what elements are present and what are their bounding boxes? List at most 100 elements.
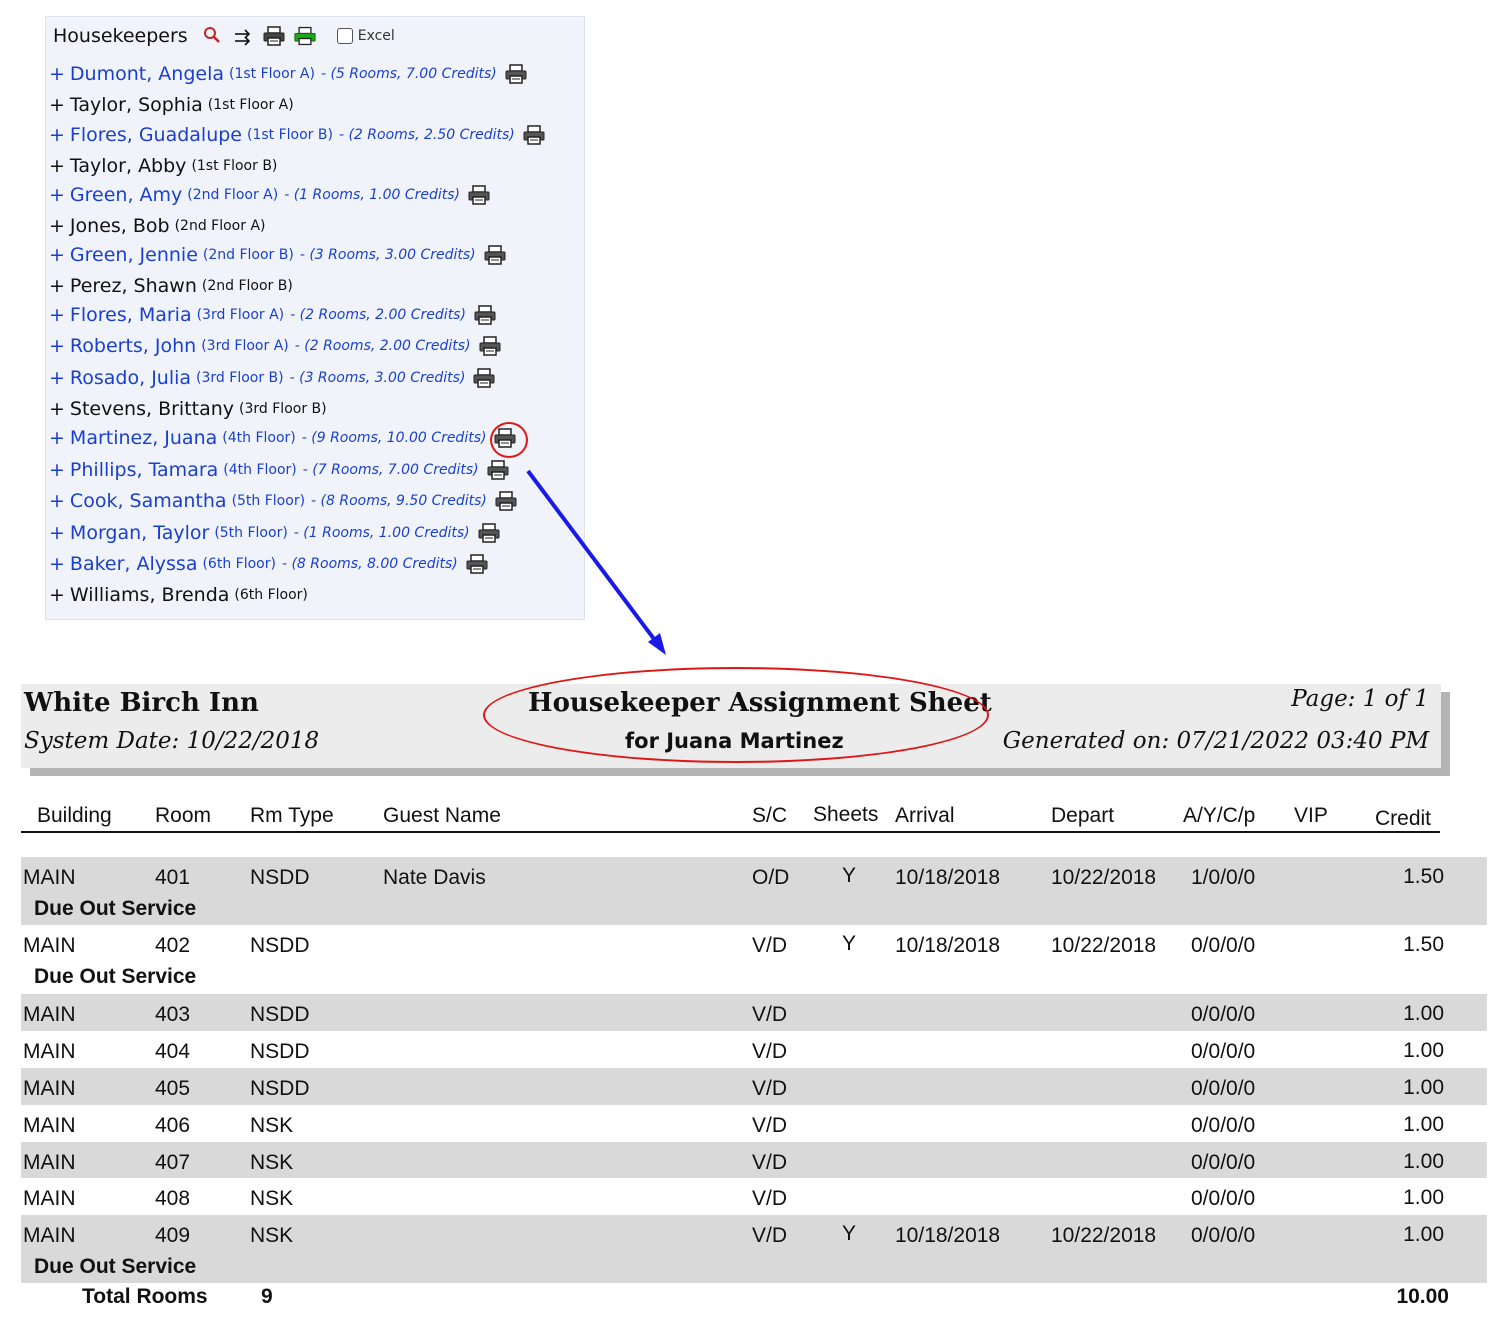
- printer-icon[interactable]: [466, 554, 490, 574]
- housekeeper-row[interactable]: + Williams, Brenda (6th Floor): [49, 584, 308, 606]
- expand-plus[interactable]: +: [49, 63, 65, 85]
- table-row: MAIN 407 NSK V/D 0/0/0/0 1.00: [21, 1142, 1487, 1178]
- housekeeper-row[interactable]: + Phillips, Tamara (4th Floor) - (7 Rooms, …: [49, 459, 511, 481]
- expand-plus[interactable]: +: [49, 398, 65, 420]
- housekeeper-name[interactable]: Green, Amy: [70, 184, 182, 206]
- housekeeper-row[interactable]: + Baker, Alyssa (6th Floor) - (8 Rooms, 8.0…: [49, 553, 490, 575]
- cell-depart: 10/22/2018: [1051, 934, 1157, 957]
- cell-aycp: 1/0/0/0: [1191, 866, 1256, 889]
- cell-building: MAIN: [23, 1187, 76, 1210]
- housekeeper-name[interactable]: Roberts, John: [70, 335, 196, 357]
- housekeeper-name[interactable]: Baker, Alyssa: [70, 553, 198, 575]
- cell-aycp: 0/0/0/0: [1191, 1040, 1256, 1063]
- housekeeper-name[interactable]: Taylor, Abby: [70, 155, 187, 177]
- printer-icon[interactable]: [484, 245, 508, 265]
- housekeeper-name[interactable]: Green, Jennie: [70, 244, 198, 266]
- printer-icon[interactable]: [473, 368, 497, 388]
- expand-plus[interactable]: +: [49, 553, 65, 575]
- expand-plus[interactable]: +: [49, 275, 65, 297]
- housekeeper-row[interactable]: + Flores, Guadalupe (1st Floor B) - (2 Room…: [49, 124, 547, 146]
- printer-icon[interactable]: [487, 460, 511, 480]
- housekeeper-name[interactable]: Cook, Samantha: [70, 490, 227, 512]
- housekeeper-floor: (4th Floor): [222, 430, 296, 446]
- printer-icon[interactable]: [478, 523, 502, 543]
- housekeeper-row[interactable]: + Cook, Samantha (5th Floor) - (8 Rooms, 9.…: [49, 490, 519, 512]
- printer-icon[interactable]: [505, 64, 529, 84]
- expand-plus[interactable]: +: [49, 184, 65, 206]
- expand-plus[interactable]: +: [49, 522, 65, 544]
- housekeeper-floor: (4th Floor): [223, 462, 297, 478]
- cell-room: 401: [155, 866, 191, 889]
- excel-checkbox[interactable]: [336, 28, 353, 44]
- expand-plus[interactable]: +: [49, 94, 65, 116]
- table-row: MAIN 401 NSDD Nate Davis O/D Y 10/18/2018 10/22…: [21, 857, 1487, 925]
- housekeeper-name[interactable]: Williams, Brenda: [70, 584, 229, 606]
- hotel-name: White Birch Inn: [24, 688, 259, 718]
- housekeeper-row[interactable]: + Roberts, John (3rd Floor A) - (2 Rooms, 2…: [49, 335, 503, 357]
- cell-sc: V/D: [752, 1187, 788, 1210]
- table-row: MAIN 402 NSDD V/D Y 10/18/2018 10/22/2018 0/0/0…: [21, 925, 1487, 994]
- housekeeper-credits: - (9 Rooms, 10.00 Credits): [301, 430, 487, 446]
- housekeeper-name[interactable]: Stevens, Brittany: [70, 398, 234, 420]
- green-printer-icon[interactable]: [294, 25, 316, 47]
- column-header-sheets: Sheets: [813, 803, 879, 826]
- expand-plus[interactable]: +: [49, 304, 65, 326]
- expand-plus[interactable]: +: [49, 124, 65, 146]
- cell-rm-type: NSK: [250, 1224, 294, 1247]
- housekeeper-name[interactable]: Phillips, Tamara: [70, 459, 218, 481]
- housekeeper-credits: - (5 Rooms, 7.00 Credits): [320, 66, 497, 82]
- housekeeper-row[interactable]: + Perez, Shawn (2nd Floor B): [49, 275, 293, 297]
- housekeeper-row[interactable]: + Taylor, Sophia (1st Floor A): [49, 94, 294, 116]
- total-credits-value: 10.00: [1396, 1285, 1449, 1308]
- housekeeper-floor: (1st Floor B): [191, 158, 278, 174]
- housekeeper-row[interactable]: + Martinez, Juana (4th Floor) - (9 Rooms, 1…: [49, 422, 529, 458]
- housekeeper-row[interactable]: + Rosado, Julia (3rd Floor B) - (3 Rooms, 3…: [49, 367, 497, 389]
- housekeeper-credits: - (3 Rooms, 3.00 Credits): [299, 247, 476, 263]
- expand-plus[interactable]: +: [49, 335, 65, 357]
- printer-icon[interactable]: [490, 422, 529, 458]
- expand-plus[interactable]: +: [49, 244, 65, 266]
- housekeeper-row[interactable]: + Flores, Maria (3rd Floor A) - (2 Rooms, 2…: [49, 304, 498, 326]
- housekeeper-name[interactable]: Taylor, Sophia: [70, 94, 203, 116]
- search-icon[interactable]: [201, 25, 223, 47]
- housekeeper-row[interactable]: + Morgan, Taylor (5th Floor) - (1 Rooms, 1.…: [49, 522, 502, 544]
- housekeeper-name[interactable]: Martinez, Juana: [70, 427, 217, 449]
- housekeeper-name[interactable]: Flores, Guadalupe: [70, 124, 242, 146]
- housekeeper-floor: (5th Floor): [231, 493, 306, 509]
- cell-rm-type: NSDD: [250, 1040, 310, 1063]
- printer-icon[interactable]: [468, 185, 492, 205]
- housekeeper-name[interactable]: Perez, Shawn: [70, 275, 197, 297]
- panel-toolbar: Housekeepers Excel: [53, 23, 395, 49]
- printer-icon[interactable]: [263, 25, 285, 47]
- expand-plus[interactable]: +: [49, 367, 65, 389]
- expand-plus[interactable]: +: [49, 427, 65, 449]
- expand-plus[interactable]: +: [49, 459, 65, 481]
- printer-icon[interactable]: [479, 336, 503, 356]
- expand-plus[interactable]: +: [49, 584, 65, 606]
- expand-plus[interactable]: +: [49, 155, 65, 177]
- swap-arrows-icon[interactable]: [232, 25, 254, 47]
- housekeeper-row[interactable]: + Taylor, Abby (1st Floor B): [49, 155, 277, 177]
- housekeeper-name[interactable]: Rosado, Julia: [70, 367, 191, 389]
- housekeeper-name[interactable]: Morgan, Taylor: [70, 522, 209, 544]
- housekeeper-row[interactable]: + Green, Jennie (2nd Floor B) - (3 Rooms, 3…: [49, 244, 508, 266]
- housekeeper-name[interactable]: Jones, Bob: [70, 215, 170, 237]
- housekeeper-row[interactable]: + Jones, Bob (2nd Floor A): [49, 215, 266, 237]
- printer-icon[interactable]: [495, 491, 519, 511]
- cell-building: MAIN: [23, 1114, 76, 1137]
- cell-room: 407: [155, 1151, 191, 1174]
- housekeeper-row[interactable]: + Dumont, Angela (1st Floor A) - (5 Rooms, …: [49, 63, 529, 85]
- cell-room: 403: [155, 1003, 191, 1026]
- housekeeper-name[interactable]: Flores, Maria: [70, 304, 192, 326]
- expand-plus[interactable]: +: [49, 490, 65, 512]
- assignment-rows: MAIN 401 NSDD Nate Davis O/D Y 10/18/2018 10/22…: [21, 857, 1487, 1283]
- expand-plus[interactable]: +: [49, 215, 65, 237]
- printer-icon[interactable]: [474, 305, 498, 325]
- housekeeper-name[interactable]: Dumont, Angela: [70, 63, 224, 85]
- cell-depart: 10/22/2018: [1051, 866, 1157, 889]
- printer-icon[interactable]: [523, 125, 547, 145]
- housekeeper-row[interactable]: + Stevens, Brittany (3rd Floor B): [49, 398, 327, 420]
- cell-credit: 1.00: [1403, 1039, 1444, 1062]
- cell-credit: 1.00: [1403, 1002, 1444, 1025]
- housekeeper-row[interactable]: + Green, Amy (2nd Floor A) - (1 Rooms, 1.00…: [49, 184, 492, 206]
